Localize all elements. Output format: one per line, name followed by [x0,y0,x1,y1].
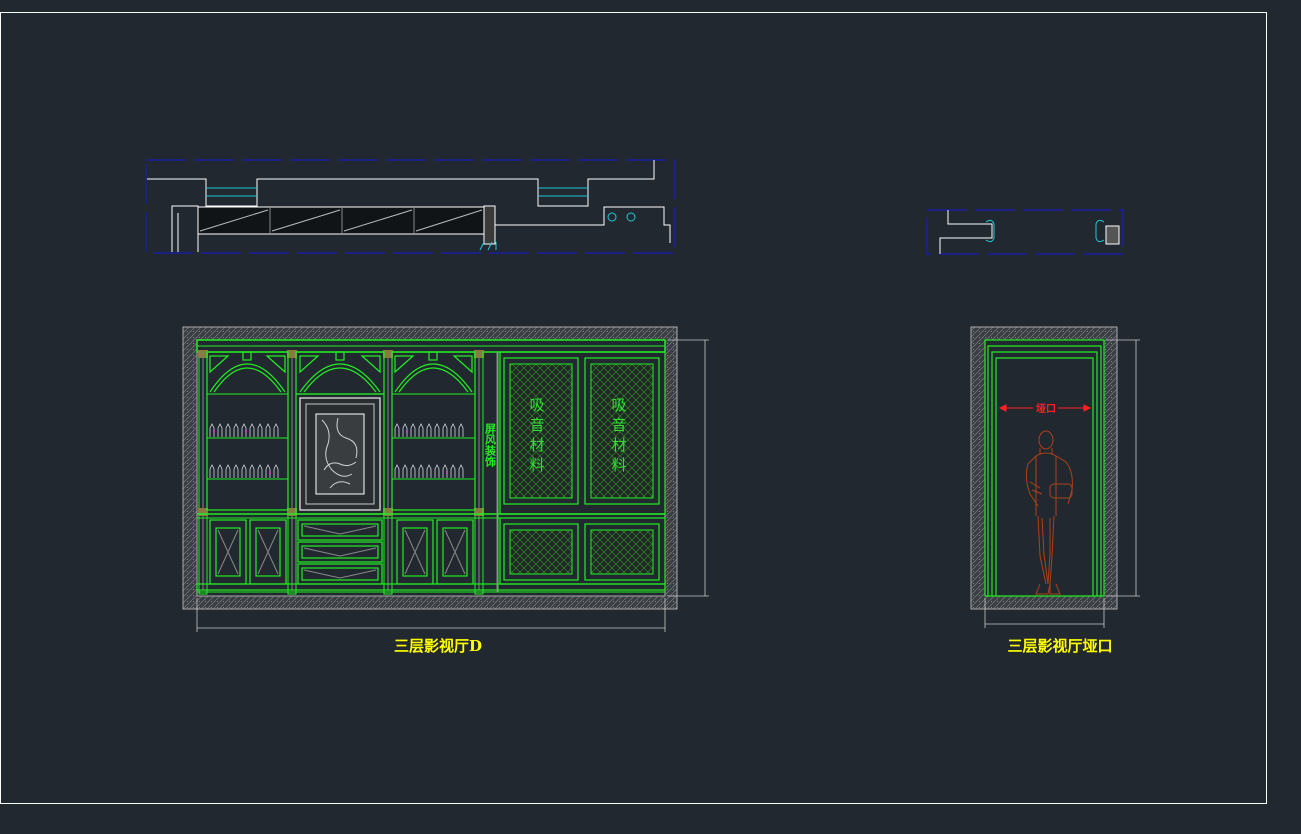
elevation-d-title: 三层影视厅D [394,637,482,655]
svg-text:音: 音 [529,416,544,434]
side-vertical-text: 屏风装饰 [484,423,498,468]
human-figure [1025,430,1073,595]
plan-view-opening [926,209,1124,255]
svg-text:材: 材 [529,436,544,454]
elevation-opening: 垭口 三层影视厅垭口 [970,326,1140,655]
cad-drawing-canvas: 屏风装饰 吸 音 材 料 吸 音 材 料 三层影视厅D 垭口 三层影视厅垭口 [0,12,1267,804]
plan-view-d [145,159,676,254]
svg-text:吸: 吸 [611,396,626,414]
svg-text:料: 料 [611,456,626,474]
svg-text:料: 料 [529,456,544,474]
opening-dim-text: 垭口 [1036,402,1056,415]
elevation-d: 屏风装饰 吸 音 材 料 吸 音 材 料 三层影视厅D [182,326,709,655]
opening-title: 三层影视厅垭口 [1007,637,1112,655]
svg-text:音: 音 [611,416,626,434]
svg-text:吸: 吸 [529,396,544,414]
svg-text:材: 材 [611,436,626,454]
